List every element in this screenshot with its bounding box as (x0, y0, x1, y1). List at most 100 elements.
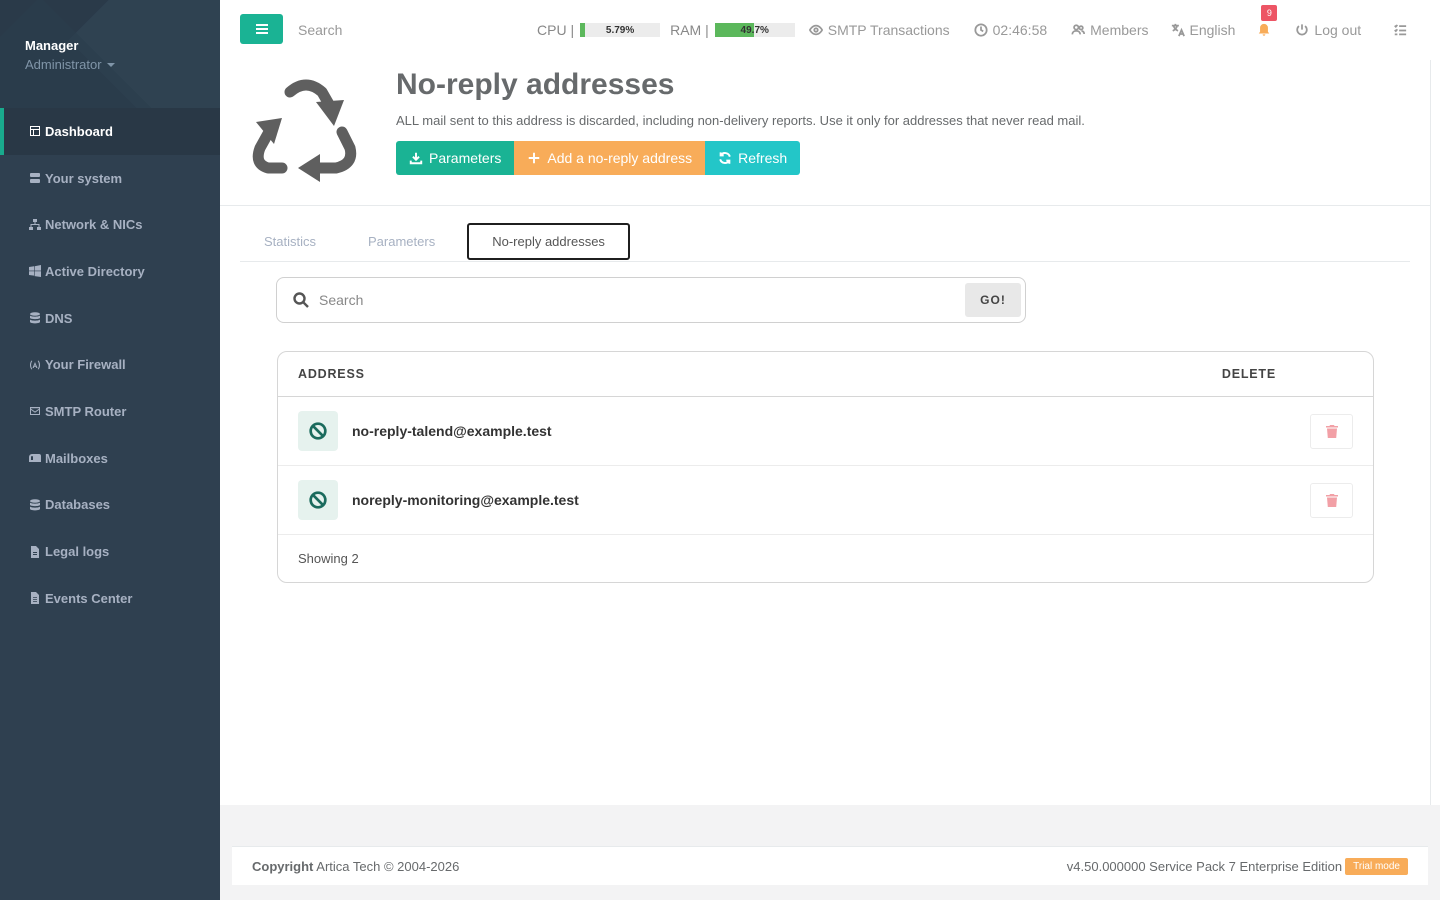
copyright-label: Copyright (252, 858, 314, 874)
download-icon (409, 152, 423, 165)
sidebar-item-label: Your system (45, 170, 123, 186)
menu-toggle-button[interactable] (240, 14, 283, 44)
column-address: ADDRESS (298, 367, 365, 381)
sidebar-item-dashboard[interactable]: Dashboard (0, 108, 220, 155)
tabs: Statistics Parameters No-reply addresses (240, 223, 1410, 262)
sidebar-item-label: Network & NICs (45, 217, 143, 233)
ram-meter: 49.7% (714, 23, 795, 37)
sidebar-item-your-system[interactable]: Your system (0, 155, 220, 202)
logout-label: Log out (1314, 22, 1362, 38)
clock-icon (974, 23, 988, 37)
sidebar-item-dns[interactable]: DNS (0, 295, 220, 342)
language-selector[interactable]: English (1171, 22, 1236, 38)
sidebar-item-events-center[interactable]: Events Center (0, 575, 220, 622)
clock-time: 02:46:58 (992, 22, 1048, 38)
sidebar-item-label: Dashboard (45, 123, 113, 139)
profile-header: Manager Administrator (0, 0, 220, 108)
delete-button[interactable] (1310, 414, 1353, 449)
smtp-transactions-label: SMTP Transactions (827, 22, 950, 38)
translate-icon (1171, 23, 1185, 37)
sidebar-item-label: Active Directory (45, 263, 145, 279)
firewall-icon (28, 358, 41, 371)
sidebar-item-label: Databases (45, 497, 111, 513)
mailbox-icon (28, 452, 41, 465)
page-description: ALL mail sent to this address is discard… (396, 113, 1085, 128)
version-text: v4.50.000000 Service Pack 7 Enterprise E… (1066, 858, 1343, 874)
bell-icon (1259, 23, 1270, 36)
ram-value: 49.7% (740, 24, 769, 36)
cpu-value: 5.79% (605, 24, 635, 36)
profile-role-dropdown[interactable]: Administrator (25, 57, 220, 72)
sidebar-item-label: DNS (45, 310, 73, 326)
members-link[interactable]: Members (1071, 22, 1149, 38)
sidebar-item-label: SMTP Router (45, 403, 127, 419)
address-link[interactable]: noreply-monitoring@example.test (352, 492, 579, 508)
addresses-table: ADDRESS DELETE no-reply-talend@example.t… (277, 351, 1374, 583)
language-label: English (1189, 22, 1236, 38)
scrollbar[interactable] (1430, 60, 1440, 805)
table-footer: Showing 2 (298, 551, 359, 566)
page-footer: Copyright Artica Tech © 2004-2026 v4.50.… (232, 846, 1428, 885)
sidebar-item-firewall[interactable]: Your Firewall (0, 341, 220, 388)
version-info: v4.50.000000 Service Pack 7 Enterprise E… (1066, 857, 1408, 875)
copyright-text: Artica Tech © 2004-2026 (316, 858, 460, 874)
address-link[interactable]: no-reply-talend@example.test (352, 423, 552, 439)
parameters-button-label: Parameters (429, 150, 502, 166)
database-icon (28, 498, 41, 511)
sidebar-item-legal-logs[interactable]: Legal logs (0, 528, 220, 575)
ban-icon (298, 480, 338, 520)
windows-icon (28, 265, 41, 278)
power-icon (1296, 24, 1309, 36)
database-icon (28, 312, 41, 325)
server-icon (28, 172, 41, 185)
add-button-label: Add a no-reply address (547, 150, 693, 166)
tab-no-reply-addresses[interactable]: No-reply addresses (467, 223, 630, 260)
sidebar-nav: Dashboard Your system Network & NICs Act… (0, 108, 220, 622)
caret-down-icon (106, 62, 115, 67)
notification-badge: 9 (1261, 5, 1278, 21)
profile-name: Manager (25, 38, 79, 53)
copyright: Copyright Artica Tech © 2004-2026 (252, 859, 459, 874)
smtp-transactions-link[interactable]: SMTP Transactions (808, 22, 950, 38)
refresh-button[interactable]: Refresh (705, 141, 801, 175)
page-title: No-reply addresses (396, 68, 675, 101)
refresh-button-label: Refresh (738, 150, 788, 166)
tasks-button[interactable] (1393, 23, 1407, 37)
search-input[interactable] (319, 285, 965, 315)
sidebar-item-active-directory[interactable]: Active Directory (0, 248, 220, 295)
search-icon (293, 292, 309, 308)
main-content: No-reply addresses ALL mail sent to this… (220, 60, 1430, 805)
delete-button[interactable] (1310, 483, 1353, 518)
sidebar-item-label: Your Firewall (45, 357, 126, 373)
trial-badge: Trial mode (1345, 857, 1408, 875)
sidebar-item-label: Events Center (45, 590, 133, 606)
sidebar-item-label: Legal logs (45, 544, 110, 560)
plus-icon (529, 152, 540, 164)
search-bar: GO! (276, 277, 1026, 323)
eye-icon (808, 24, 823, 36)
column-delete: DELETE (1221, 367, 1276, 381)
table-row: no-reply-talend@example.test (278, 397, 1373, 466)
action-buttons: Parameters Add a no-reply address Refres… (396, 141, 801, 175)
top-search-input[interactable] (298, 20, 498, 40)
topbar-right: CPU | 5.79% RAM | 49.7% SMTP Transaction… (537, 0, 1407, 60)
add-no-reply-button[interactable]: Add a no-reply address (514, 141, 706, 175)
go-button[interactable]: GO! (965, 283, 1021, 317)
cpu-label: CPU | (537, 22, 575, 38)
sidebar-item-mailboxes[interactable]: Mailboxes (0, 435, 220, 482)
file-text-icon (28, 592, 41, 605)
notifications-button[interactable]: 9 (1257, 5, 1278, 37)
sidebar-item-smtp-router[interactable]: SMTP Router (0, 388, 220, 435)
cpu-meter-fill (580, 23, 585, 37)
tab-statistics[interactable]: Statistics (240, 223, 340, 260)
logout-button[interactable]: Log out (1295, 22, 1361, 38)
sidebar: Manager Administrator Dashboard Your sys… (0, 0, 220, 900)
tab-parameters[interactable]: Parameters (344, 223, 459, 260)
members-label: Members (1090, 22, 1149, 38)
profile-role: Administrator (25, 57, 102, 72)
table-header: ADDRESS DELETE (278, 352, 1373, 397)
parameters-button[interactable]: Parameters (396, 141, 515, 175)
sidebar-item-network[interactable]: Network & NICs (0, 201, 220, 248)
sidebar-item-databases[interactable]: Databases (0, 482, 220, 529)
ram-label: RAM | (670, 22, 709, 38)
